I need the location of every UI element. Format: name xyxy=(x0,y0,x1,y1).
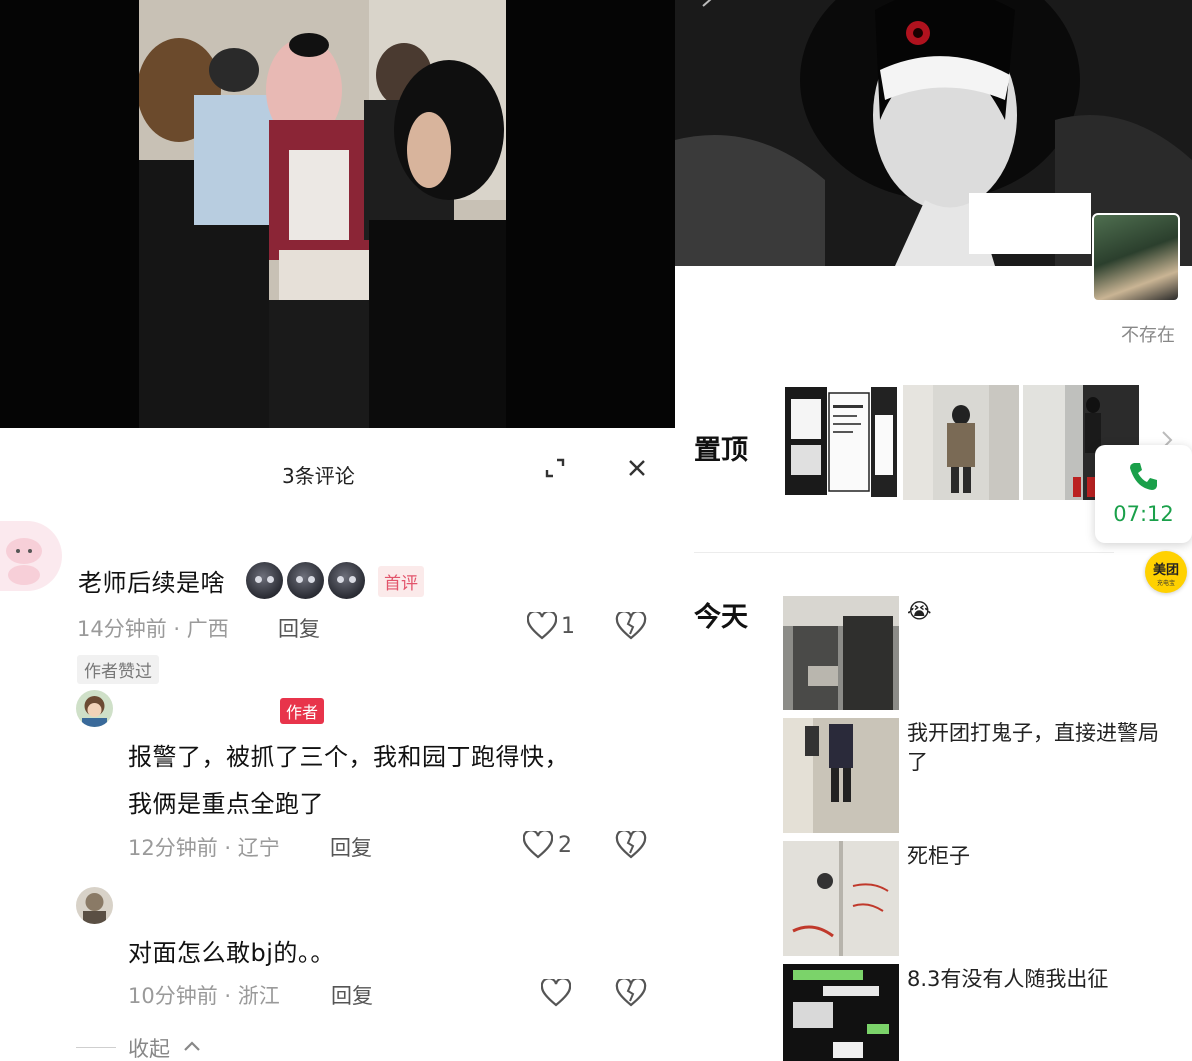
profile-screenshot: 不存在 置顶 07:12 美团 充电宝 今天 😭 我开团打鬼子，直接进警局了 死… xyxy=(675,0,1192,1061)
post-thumbnail[interactable] xyxy=(783,841,899,956)
profile-status-text: 不存在 xyxy=(1121,325,1175,346)
comment-count-title: 3条评论 xyxy=(282,464,355,488)
dark-face-emoji xyxy=(328,562,365,599)
comments-screenshot: 3条评论 老师后续是啥 首评 14分钟前 · 广西 回复 1 作者赞过 作者 报… xyxy=(0,0,675,1061)
like-count: 2 xyxy=(558,833,572,858)
reply-text-line-1: 报警了，被抓了三个，我和园丁跑得快， xyxy=(128,743,569,771)
post-text: 8.3有没有人随我出征 xyxy=(907,967,1109,991)
reply-button[interactable]: 回复 xyxy=(331,980,373,1010)
collapse-button[interactable]: 收起 xyxy=(128,1033,170,1061)
meituan-label: 美团 xyxy=(1152,563,1179,578)
comment-time-location: 12分钟前 · 辽宁 xyxy=(128,836,280,860)
dark-face-emoji xyxy=(246,562,283,599)
redacted-name-box xyxy=(969,193,1091,254)
like-count: 1 xyxy=(561,614,575,639)
reply-button[interactable]: 回复 xyxy=(278,613,320,643)
comment-text: 老师后续是啥 xyxy=(78,569,225,597)
expand-icon[interactable] xyxy=(542,456,568,482)
author-avatar[interactable] xyxy=(76,690,113,727)
chevron-up-icon[interactable] xyxy=(182,1038,202,1054)
profile-avatar[interactable] xyxy=(1092,213,1180,302)
pinned-section-title: 置顶 xyxy=(694,435,748,466)
section-divider xyxy=(694,552,1114,553)
author-liked-badge: 作者赞过 xyxy=(77,655,159,684)
phone-icon xyxy=(1126,459,1160,493)
post-thumbnail[interactable] xyxy=(783,718,899,833)
close-icon[interactable] xyxy=(624,456,650,482)
author-badge: 作者 xyxy=(280,698,325,724)
today-section-title: 今天 xyxy=(694,602,748,633)
post-text: 😭 xyxy=(907,599,932,623)
post-text: 我开团打鬼子，直接进警局了 xyxy=(907,721,1159,774)
commenter-avatar[interactable] xyxy=(76,887,113,924)
dislike-heart-icon[interactable] xyxy=(615,829,647,861)
meituan-sub-label: 充电宝 xyxy=(1156,580,1175,587)
heart-icon[interactable] xyxy=(526,610,558,642)
reply-button[interactable]: 回复 xyxy=(330,832,372,862)
event-photo[interactable] xyxy=(139,0,506,428)
post-thumbnail[interactable] xyxy=(783,964,899,1061)
comment-time-location: 10分钟前 · 浙江 xyxy=(128,984,280,1008)
comment-time-location: 14分钟前 · 广西 xyxy=(77,617,229,641)
first-comment-badge: 首评 xyxy=(378,566,424,597)
collapse-divider xyxy=(76,1047,116,1048)
back-arrow-icon[interactable] xyxy=(697,0,717,14)
post-thumbnail[interactable] xyxy=(783,596,899,710)
reply-text-line-2: 我俩是重点全跑了 xyxy=(128,790,324,818)
meituan-floating-icon[interactable]: 美团 充电宝 xyxy=(1145,551,1187,593)
heart-icon[interactable] xyxy=(522,829,554,861)
dislike-heart-icon[interactable] xyxy=(615,610,647,642)
reply-text: 对面怎么敢bj的。。 xyxy=(128,939,335,967)
call-floating-card[interactable]: 07:12 xyxy=(1095,445,1192,543)
crowd-photo-illustration xyxy=(139,0,506,428)
dark-face-emoji xyxy=(287,562,324,599)
pinned-thumbnail[interactable] xyxy=(783,385,899,500)
post-text: 死柜子 xyxy=(907,844,970,868)
pinned-thumbnail[interactable] xyxy=(903,385,1019,500)
heart-icon[interactable] xyxy=(540,977,572,1009)
call-duration: 07:12 xyxy=(1113,502,1174,526)
dislike-heart-icon[interactable] xyxy=(615,977,647,1009)
